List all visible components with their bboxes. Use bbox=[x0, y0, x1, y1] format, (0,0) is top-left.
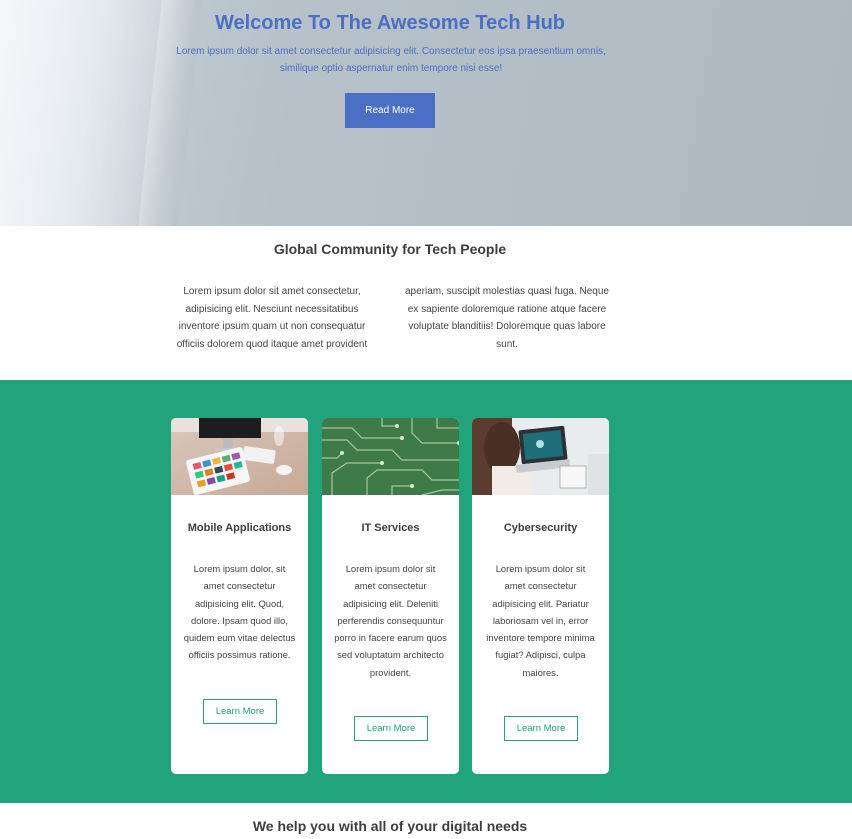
hero-description: Lorem ipsum dolor sit amet consectetur a… bbox=[176, 46, 606, 74]
hero-banner: Welcome To The Awesome Tech Hub Lorem ip… bbox=[0, 0, 852, 226]
card-title: Mobile Applications bbox=[187, 522, 292, 534]
desk-tablet-image bbox=[171, 418, 308, 495]
service-card-it: IT Services Lorem ipsum dolor sit amet c… bbox=[322, 418, 459, 774]
card-description: Lorem ipsum dolor sit amet consectetur a… bbox=[334, 563, 447, 678]
card-description: Lorem ipsum dolor sit amet consectetur a… bbox=[486, 563, 595, 678]
community-text-left: Lorem ipsum dolor sit amet consectetur, … bbox=[176, 286, 368, 350]
circuit-board-image bbox=[322, 418, 459, 495]
learn-more-button[interactable]: Learn More bbox=[504, 716, 578, 741]
digital-needs-title: We help you with all of your digital nee… bbox=[252, 818, 528, 834]
service-card-cybersecurity: Cybersecurity Lorem ipsum dolor sit amet… bbox=[472, 418, 609, 774]
hero-title: Welcome To The Awesome Tech Hub bbox=[214, 12, 566, 34]
card-title: IT Services bbox=[361, 522, 420, 534]
service-card-mobile: Mobile Applications Lorem ipsum dolor, s… bbox=[171, 418, 308, 774]
read-more-button[interactable]: Read More bbox=[345, 93, 435, 128]
learn-more-button[interactable]: Learn More bbox=[203, 699, 277, 724]
community-title: Global Community for Tech People bbox=[273, 241, 507, 257]
community-text-right: aperiam, suscipit molestias quasi fuga. … bbox=[405, 286, 609, 350]
card-title: Cybersecurity bbox=[503, 522, 578, 534]
laptop-security-image bbox=[472, 418, 609, 495]
card-description: Lorem ipsum dolor, sit amet consectetur … bbox=[183, 563, 296, 661]
learn-more-button[interactable]: Learn More bbox=[354, 716, 428, 741]
services-section: Mobile Applications Lorem ipsum dolor, s… bbox=[0, 380, 852, 803]
